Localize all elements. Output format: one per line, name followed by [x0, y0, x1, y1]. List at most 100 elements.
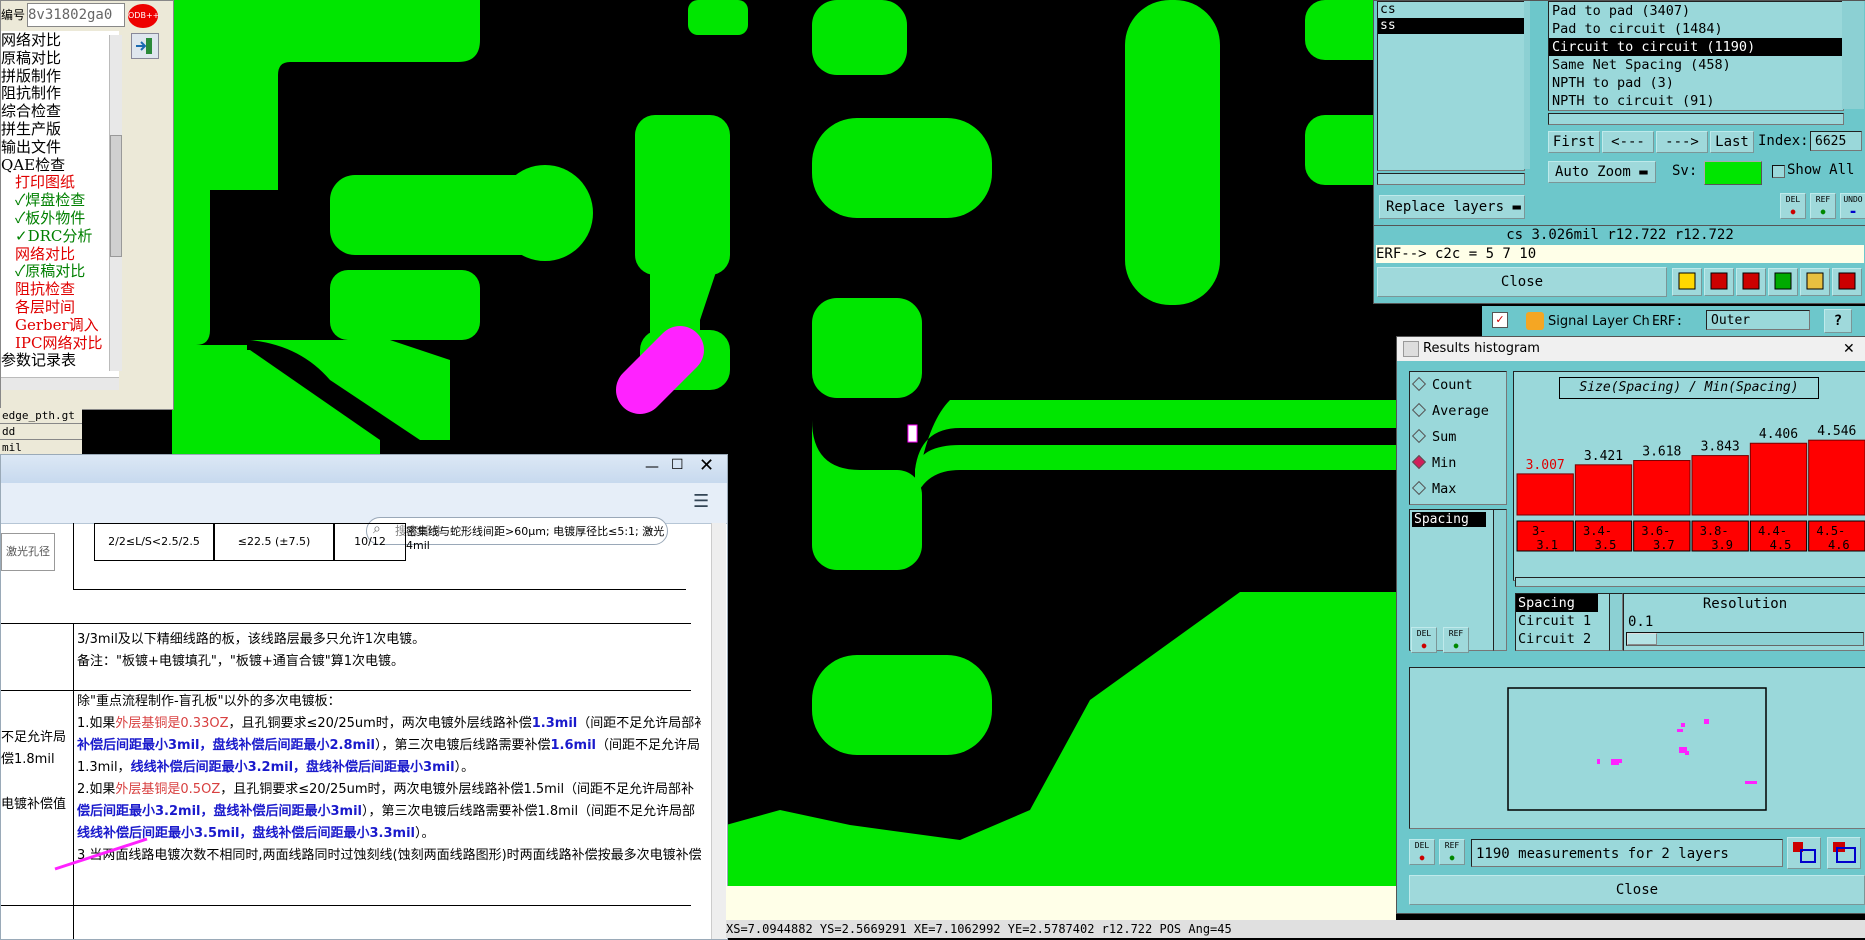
tree-item[interactable]: Gerber调入 — [1, 316, 119, 334]
histogram-bar[interactable] — [1633, 460, 1691, 516]
check-list[interactable]: Pad to pad (3407) Pad to circuit (1484) Ci… — [1548, 1, 1844, 111]
legend-item[interactable]: Spacing — [1516, 594, 1598, 612]
menu-icon[interactable]: ☰ — [693, 491, 709, 512]
histogram-bar[interactable] — [1808, 439, 1865, 516]
check-item[interactable]: NPTH to pad (3) — [1549, 74, 1843, 92]
tree-item[interactable]: 各层时间 — [1, 298, 119, 316]
tree-item[interactable]: 参数记录表 — [1, 351, 119, 369]
sv-color-select[interactable] — [1704, 161, 1762, 185]
tree-item[interactable]: 阻抗检查 — [1, 280, 119, 298]
erf-field[interactable]: Outer — [1706, 310, 1810, 330]
minimize-icon[interactable]: — — [645, 459, 659, 475]
close-icon[interactable]: ✕ — [1843, 337, 1855, 361]
histogram-bar[interactable] — [1574, 464, 1633, 516]
disable-icon[interactable] — [1736, 268, 1766, 296]
list-item[interactable]: Spacing — [1412, 512, 1486, 527]
mode-radio[interactable]: Average — [1410, 398, 1506, 424]
tree-item[interactable]: 阻抗制作 — [1, 84, 119, 102]
histogram-bar[interactable] — [1516, 473, 1574, 516]
index-field[interactable]: 6625 — [1810, 131, 1862, 151]
ref-button[interactable]: REF ● — [1443, 627, 1469, 653]
check-item[interactable]: Same Net Spacing (458) — [1549, 56, 1843, 74]
chart-hscroll[interactable] — [1515, 577, 1865, 587]
strip-row[interactable]: dd — [0, 424, 82, 440]
ref-button[interactable]: REF ● — [1810, 193, 1836, 219]
histogram-chart[interactable]: 3.007 3-3.1 3.421 3.4-3.5 3.618 3.6-3.7 3.843 3… — [1515, 397, 1865, 575]
check-hscroll[interactable] — [1548, 113, 1844, 125]
del-button[interactable]: DEL ● — [1411, 627, 1437, 653]
legend-list[interactable]: Spacing Circuit 1 Circuit 2 — [1515, 593, 1611, 651]
layer-hscroll[interactable] — [1377, 173, 1525, 185]
histogram-bar[interactable] — [1691, 455, 1749, 516]
histogram-bar[interactable] — [1749, 442, 1808, 516]
next-button[interactable]: ---> — [1656, 131, 1708, 153]
tree-hscroll[interactable] — [1, 377, 119, 390]
mode-radio[interactable]: Count — [1410, 372, 1506, 398]
export-icon[interactable] — [131, 33, 159, 59]
mode-radio-group[interactable]: Count Average Sum Min Max — [1409, 371, 1507, 505]
help-button[interactable]: ? — [1824, 309, 1852, 333]
auto-zoom-select[interactable]: Auto Zoom ▬ — [1548, 161, 1656, 183]
tree-item[interactable]: ✓板外物件 — [1, 209, 119, 227]
check-item[interactable]: Pad to pad (3407) — [1549, 2, 1843, 20]
layer-item[interactable]: cs — [1378, 2, 1524, 18]
chart-icon[interactable] — [1832, 268, 1862, 296]
undo-button[interactable]: UNDO ▬ — [1840, 193, 1865, 219]
legend-item[interactable]: Circuit 1 — [1516, 612, 1610, 630]
zoom-select-icon[interactable] — [1827, 837, 1861, 869]
tree-item[interactable]: 拼版制作 — [1, 67, 119, 85]
del-button[interactable]: DEL ● — [1409, 839, 1435, 865]
del-button[interactable]: DEL ● — [1780, 193, 1806, 219]
tree-item[interactable]: 输出文件 — [1, 138, 119, 156]
odb-badge-icon[interactable]: ODB++ — [128, 4, 159, 28]
replace-layers-select[interactable]: Replace layers ▬ — [1379, 195, 1525, 219]
tree-item[interactable]: QAE检查 — [1, 156, 119, 174]
prev-button[interactable]: <--- — [1602, 131, 1654, 153]
check-item[interactable]: NPTH to circuit (91) — [1549, 92, 1843, 110]
mode-radio[interactable]: Sum — [1410, 424, 1506, 450]
ref-button[interactable]: REF ● — [1439, 839, 1465, 865]
tree-item[interactable]: 打印图纸 — [1, 173, 119, 191]
legend-scrollbar[interactable] — [1609, 593, 1623, 651]
bulb-icon[interactable] — [1672, 268, 1702, 296]
close-button[interactable]: Close — [1409, 875, 1865, 905]
show-all-checkbox[interactable] — [1772, 165, 1785, 178]
check-icon[interactable]: ✓ — [1492, 312, 1508, 328]
tree-item[interactable]: 原稿对比 — [1, 49, 119, 67]
tree-item[interactable]: 网络对比 — [1, 31, 119, 49]
mode-radio[interactable]: Max — [1410, 476, 1506, 502]
tree-item[interactable]: 网络对比 — [1, 245, 119, 263]
mode-radio[interactable]: Min — [1410, 450, 1506, 476]
strip-row[interactable]: edge_pth.gt — [0, 408, 82, 424]
capture-icon[interactable] — [1704, 268, 1734, 296]
resolution-slider[interactable] — [1626, 632, 1864, 646]
tree-item[interactable]: IPC网络对比 — [1, 334, 119, 352]
maximize-icon[interactable]: ☐ — [671, 457, 684, 473]
layer-scrollbar[interactable] — [1524, 1, 1530, 169]
check-item[interactable]: Circuit to circuit (1190) — [1549, 38, 1843, 56]
job-code-field[interactable]: 8v31802ga0 — [27, 3, 125, 27]
tree-item[interactable]: ✓焊盘检查 — [1, 191, 119, 209]
legend-item[interactable]: Circuit 2 — [1516, 630, 1610, 648]
mail-scrollbar[interactable] — [711, 523, 726, 939]
close-icon[interactable]: ✕ — [699, 455, 714, 476]
first-button[interactable]: First — [1548, 131, 1600, 153]
report-icon[interactable] — [1800, 268, 1830, 296]
layer-list[interactable]: cs ss — [1377, 1, 1525, 171]
tree-item[interactable]: ✓原稿对比 — [1, 262, 119, 280]
layer-item[interactable]: ss — [1378, 18, 1524, 34]
tree-item[interactable]: 综合检查 — [1, 102, 119, 120]
close-button[interactable]: Close — [1377, 267, 1667, 297]
layers-icon[interactable] — [1768, 268, 1798, 296]
check-item[interactable]: Pad to circuit (1484) — [1549, 20, 1843, 38]
check-scrollbar[interactable] — [1842, 1, 1864, 109]
tree-scrollbar[interactable] — [109, 35, 122, 371]
zoom-fit-icon[interactable] — [1787, 837, 1821, 869]
preview-map[interactable] — [1507, 687, 1767, 811]
tree-item[interactable]: 拼生产版 — [1, 120, 119, 138]
tree-list[interactable]: 网络对比 原稿对比 拼版制作 阻抗制作 综合检查 拼生产版 输出文件 QAE检查 打印图纸 ✓焊盘… — [1, 31, 119, 377]
tree-item[interactable]: ✓DRC分析 — [1, 227, 119, 245]
last-button[interactable]: Last — [1710, 131, 1754, 153]
item-scrollbar[interactable] — [1493, 509, 1507, 651]
mode-label: Max — [1432, 481, 1457, 497]
